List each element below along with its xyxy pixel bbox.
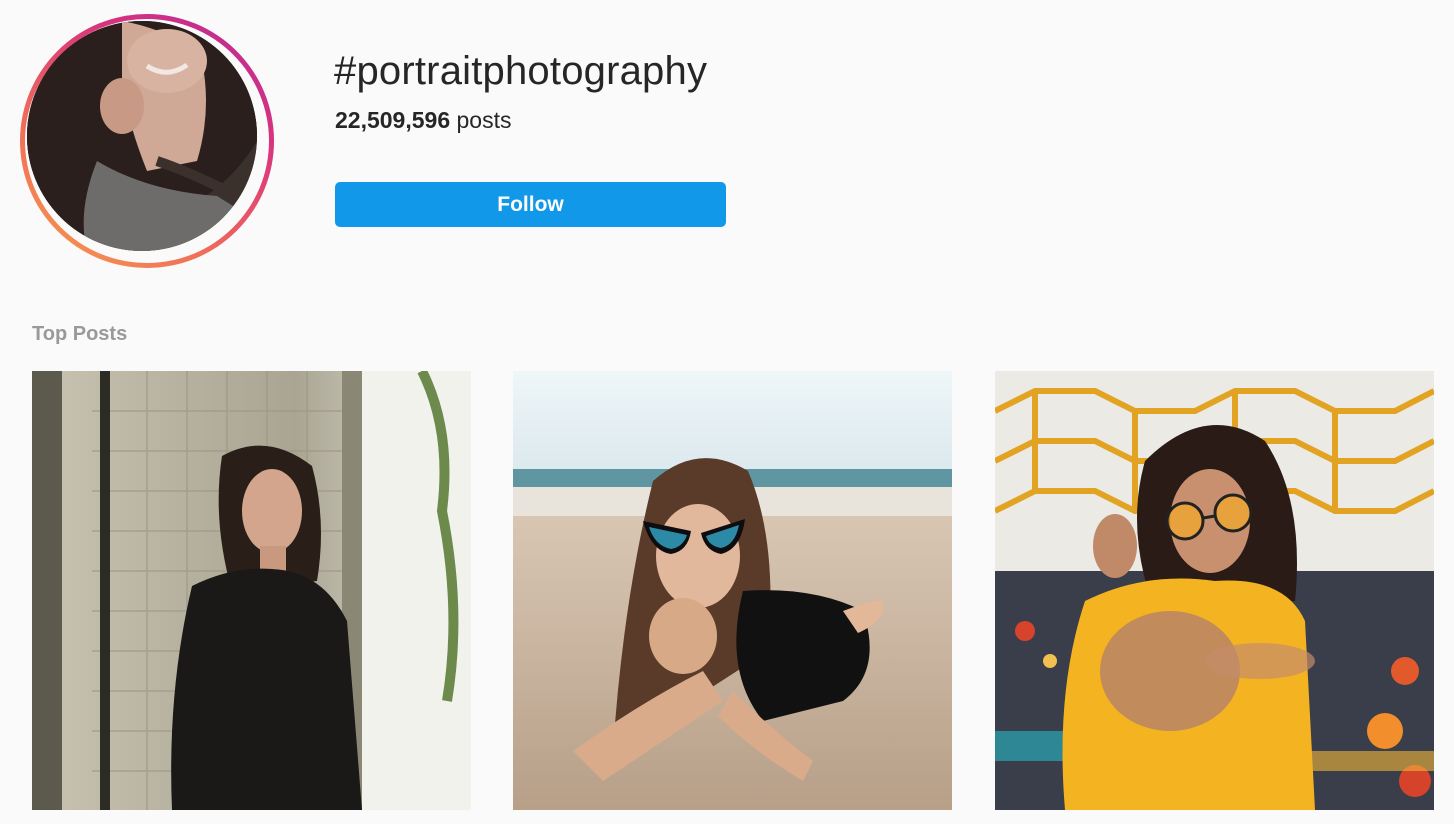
post-3-image [995, 371, 1434, 810]
top-post-3[interactable] [995, 371, 1434, 810]
post-2-image [513, 371, 952, 810]
top-post-1[interactable] [32, 371, 471, 810]
follow-button[interactable]: Follow [335, 182, 726, 227]
top-post-2[interactable] [513, 371, 952, 810]
avatar-photo [27, 21, 257, 251]
hashtag-avatar-ring[interactable] [20, 14, 274, 268]
hashtag-avatar [27, 21, 257, 251]
hashtag-title: #portraitphotography [334, 49, 708, 93]
top-posts-heading: Top Posts [32, 323, 128, 345]
hashtag-page: #portraitphotography 22,509,596 posts Fo… [0, 0, 1454, 824]
posts-count-label: posts [456, 107, 512, 133]
post-1-image [32, 371, 471, 810]
posts-count-number: 22,509,596 [335, 107, 451, 133]
posts-count: 22,509,596 posts [335, 106, 512, 134]
